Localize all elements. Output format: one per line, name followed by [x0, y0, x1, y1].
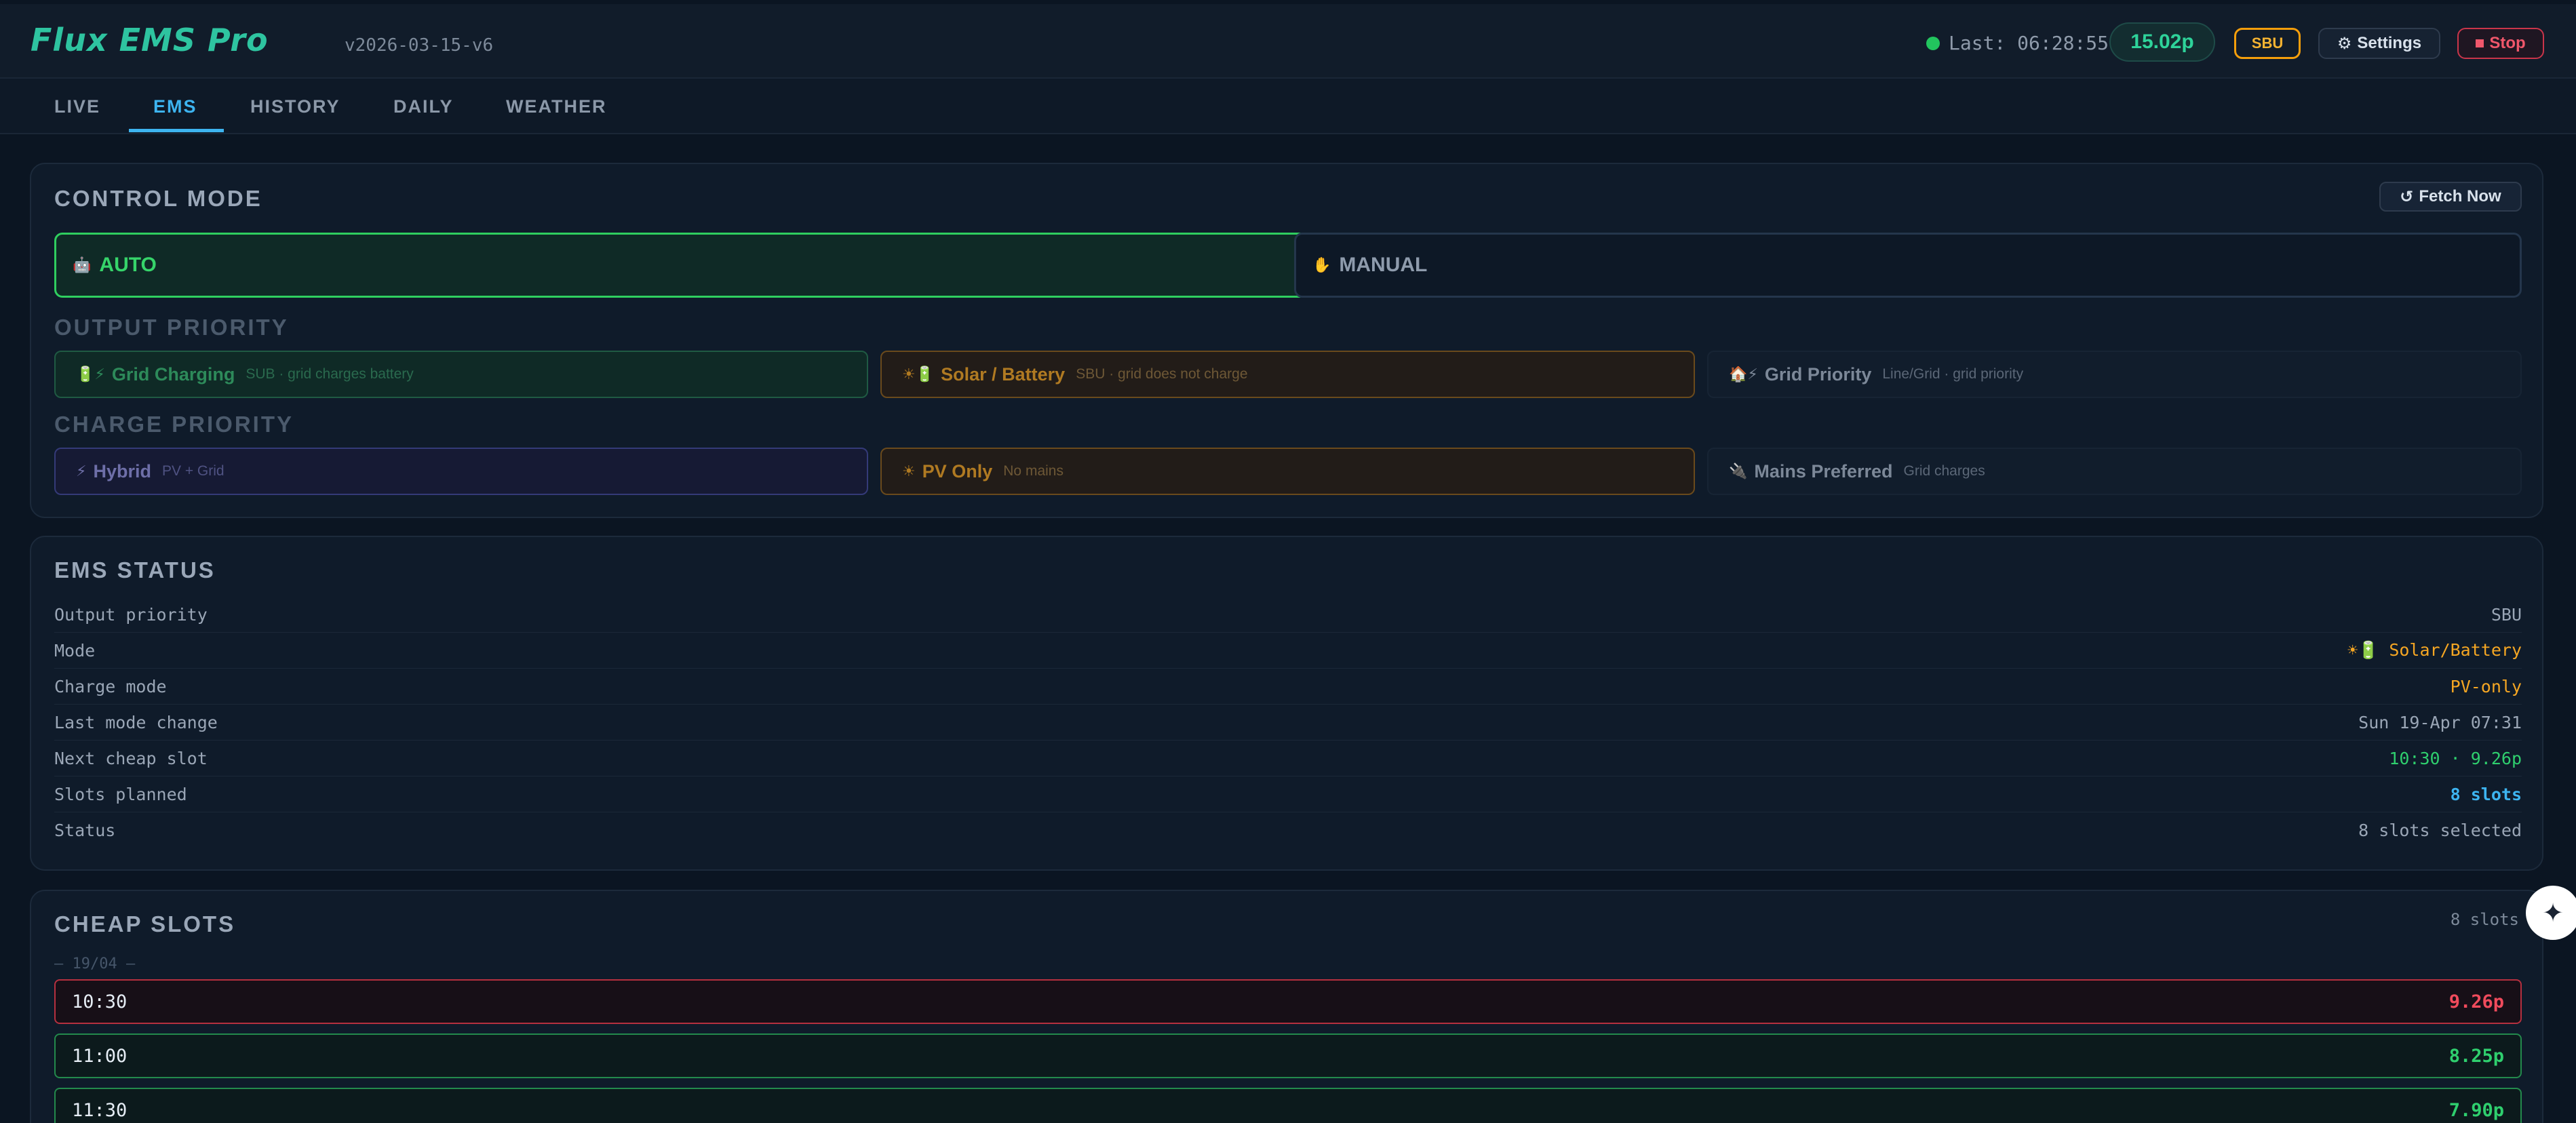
- grid-charging-option[interactable]: 🔋⚡ Grid Charging SUB · grid charges batt…: [54, 351, 868, 398]
- status-row-output-priority: Output priority SBU: [54, 597, 2522, 633]
- ems-status-title: EMS STATUS: [54, 557, 216, 583]
- slot-time: 10:30: [72, 991, 128, 1012]
- status-value: SBU: [2491, 604, 2522, 625]
- output-priority-title: OUTPUT PRIORITY: [54, 315, 289, 340]
- slot-time: 11:30: [72, 1099, 128, 1121]
- solar-battery-desc: SBU · grid does not charge: [1076, 366, 1248, 382]
- slot-row[interactable]: 11:00 8.25p: [54, 1033, 2522, 1078]
- pv-only-desc: No mains: [1003, 463, 1063, 479]
- hybrid-label: Hybrid: [93, 460, 151, 481]
- ems-status-card: EMS STATUS Output priority SBU Mode ☀🔋 S…: [30, 536, 2543, 871]
- cheap-slots-card: CHEAP SLOTS 8 slots — 19/04 — 10:30 9.26…: [30, 890, 2543, 1123]
- status-row-slots-planned: Slots planned 8 slots: [54, 776, 2522, 812]
- slot-time: 11:00: [72, 1045, 128, 1067]
- status-row-status: Status 8 slots selected: [54, 812, 2522, 848]
- status-value: 8 slots selected: [2358, 821, 2522, 840]
- slot-price: 7.90p: [2448, 1099, 2504, 1121]
- slot-count: 8 slots: [2450, 910, 2519, 929]
- pv-only-option[interactable]: ☀ PV Only No mains: [880, 448, 1695, 495]
- status-row-mode: Mode ☀🔋 Solar/Battery: [54, 633, 2522, 669]
- settings-button[interactable]: ⚙ Settings: [2318, 28, 2440, 59]
- auto-mode-button[interactable]: 🤖 AUTO: [54, 233, 1307, 298]
- plug-icon: 🔌: [1729, 462, 1748, 479]
- charge-priority-title: CHARGE PRIORITY: [54, 412, 294, 437]
- sparkle-icon: ✦: [2542, 899, 2564, 928]
- mains-preferred-desc: Grid charges: [1903, 463, 1985, 479]
- refresh-icon: ↺: [2400, 187, 2414, 206]
- status-key: Output priority: [54, 604, 208, 625]
- last-updated: Last: 06:28:55: [1949, 32, 2109, 54]
- control-mode-title: CONTROL MODE: [54, 186, 262, 211]
- grid-priority-option[interactable]: 🏠⚡ Grid Priority Line/Grid · grid priori…: [1707, 351, 2522, 398]
- app-header: Flux EMS Pro v2026-03-15-v6 Last: 06:28:…: [0, 4, 2576, 79]
- tab-daily[interactable]: DAILY: [393, 79, 454, 134]
- tab-weather[interactable]: WEATHER: [506, 79, 607, 134]
- status-value: ☀🔋 Solar/Battery: [2347, 640, 2522, 660]
- hybrid-option[interactable]: ⚡ Hybrid PV + Grid: [54, 448, 868, 495]
- sparkle-assistant-button[interactable]: ✦: [2526, 886, 2576, 940]
- active-tab-indicator: [129, 129, 224, 132]
- robot-icon: 🤖: [73, 256, 92, 273]
- grid-charging-desc: SUB · grid charges battery: [246, 366, 414, 382]
- manual-label: MANUAL: [1339, 254, 1428, 276]
- status-row-charge-mode: Charge mode PV-only: [54, 669, 2522, 705]
- grid-charging-label: Grid Charging: [111, 363, 235, 385]
- tab-ems[interactable]: EMS: [153, 79, 197, 134]
- status-key: Mode: [54, 640, 96, 661]
- connection-status-icon: [1926, 37, 1940, 50]
- battery-lightning-icon: 🔋⚡: [76, 366, 105, 382]
- status-row-next-cheap-slot: Next cheap slot 10:30 · 9.26p: [54, 741, 2522, 776]
- pv-only-label: PV Only: [922, 460, 993, 481]
- stop-button[interactable]: Stop: [2457, 28, 2544, 59]
- current-price-badge: 15.02p: [2109, 22, 2215, 62]
- status-row-last-mode-change: Last mode change Sun 19-Apr 07:31: [54, 705, 2522, 741]
- solar-battery-option[interactable]: ☀🔋 Solar / Battery SBU · grid does not c…: [880, 351, 1695, 398]
- stop-icon: [2476, 39, 2484, 47]
- status-key: Last mode change: [54, 712, 218, 732]
- house-lightning-icon: 🏠⚡: [1729, 366, 1758, 382]
- mode-badge: SBU: [2234, 28, 2301, 59]
- slot-row[interactable]: 11:30 7.90p: [54, 1088, 2522, 1123]
- sun-icon: ☀: [902, 462, 916, 479]
- status-value: 10:30 · 9.26p: [2389, 748, 2522, 768]
- status-key: Next cheap slot: [54, 748, 208, 768]
- stop-label: Stop: [2489, 34, 2526, 52]
- lightning-icon: ⚡: [76, 462, 87, 479]
- auto-label: AUTO: [99, 254, 157, 276]
- tab-live[interactable]: LIVE: [54, 79, 100, 134]
- manual-mode-button[interactable]: ✋ MANUAL: [1294, 233, 2522, 298]
- gear-icon: ⚙: [2337, 34, 2352, 53]
- fetch-now-label: Fetch Now: [2419, 187, 2501, 205]
- mains-preferred-label: Mains Preferred: [1754, 460, 1893, 481]
- status-key: Status: [54, 821, 116, 840]
- solar-battery-label: Solar / Battery: [941, 363, 1066, 385]
- control-mode-card: CONTROL MODE ↺ Fetch Now 🤖 AUTO ✋ MANUAL…: [30, 163, 2543, 518]
- status-key: Slots planned: [54, 784, 187, 804]
- status-key: Charge mode: [54, 676, 167, 696]
- date-separator: — 19/04 —: [54, 955, 136, 972]
- hybrid-desc: PV + Grid: [161, 463, 225, 479]
- grid-priority-label: Grid Priority: [1764, 363, 1872, 385]
- mains-preferred-option[interactable]: 🔌 Mains Preferred Grid charges: [1707, 448, 2522, 495]
- slot-row[interactable]: 10:30 9.26p: [54, 979, 2522, 1024]
- slot-price: 8.25p: [2448, 1045, 2504, 1067]
- sun-battery-icon: ☀🔋: [902, 366, 935, 382]
- settings-label: Settings: [2357, 34, 2422, 52]
- hand-icon: ✋: [1312, 256, 1331, 273]
- cheap-slots-title: CHEAP SLOTS: [54, 911, 236, 937]
- status-value: PV-only: [2450, 676, 2522, 696]
- slot-price: 9.26p: [2448, 991, 2504, 1012]
- version-label: v2026-03-15-v6: [345, 35, 494, 56]
- grid-priority-desc: Line/Grid · grid priority: [1882, 366, 2024, 382]
- app-logo: Flux EMS Pro: [31, 22, 269, 58]
- fetch-now-button[interactable]: ↺ Fetch Now: [2379, 182, 2522, 212]
- tab-history[interactable]: HISTORY: [250, 79, 340, 134]
- status-value: 8 slots: [2450, 784, 2522, 804]
- tab-bar: LIVE EMS HISTORY DAILY WEATHER: [0, 79, 2576, 134]
- status-value: Sun 19-Apr 07:31: [2358, 712, 2522, 732]
